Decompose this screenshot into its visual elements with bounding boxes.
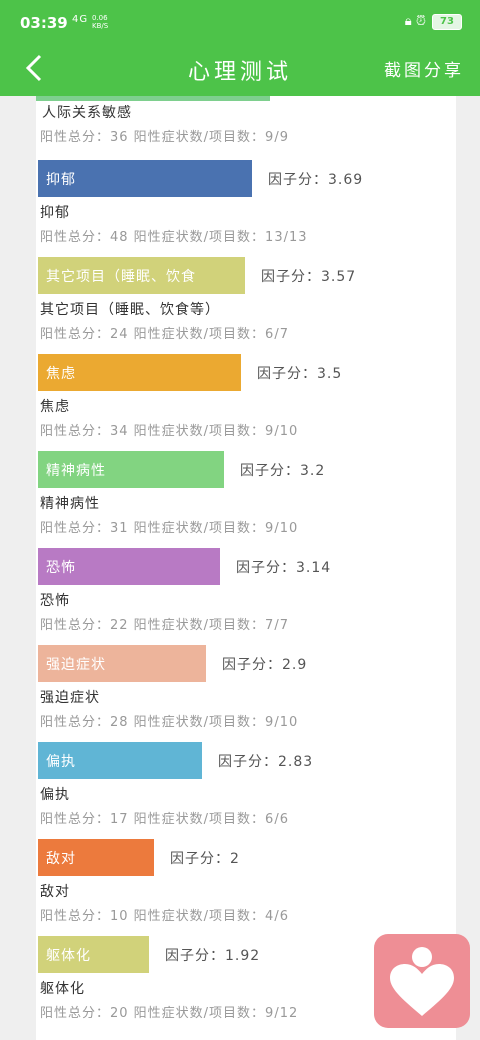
factor-stats: 阳性总分：10 阳性症状数/项目数：4/6 (40, 909, 289, 924)
factor-row: 恐怖 因子分：3.14 恐怖阳性总分：22 阳性症状数/项目数：7/7 (36, 548, 456, 644)
battery-icon: 73 (432, 14, 462, 30)
factor-bar: 强迫症状 (38, 645, 206, 682)
factor-score: 因子分：3.5 (257, 366, 343, 382)
factor-name: 抑郁 (40, 205, 70, 221)
alarm-icon: ⏰︎ (415, 14, 426, 29)
net-speed-value: 0.06 (92, 14, 108, 22)
factor-stats: 阳性总分：20 阳性症状数/项目数：9/12 (40, 1006, 299, 1021)
factor-score: 因子分：2.83 (218, 754, 314, 770)
factor-name: 偏执 (40, 787, 70, 803)
signal-icon: 4G (72, 14, 89, 25)
factor-bar: 恐怖 (38, 548, 220, 585)
factor-name: 焦虑 (40, 399, 70, 415)
bar-label: 其它项目（睡眠、饮食 (46, 269, 196, 285)
status-icons: 🔒︎ ⏰︎ (405, 14, 426, 29)
bar-label: 敌对 (46, 851, 76, 867)
factor-bar: 焦虑 (38, 354, 241, 391)
factor-stats: 阳性总分：24 阳性症状数/项目数：6/7 (40, 327, 289, 342)
bar-label: 躯体化 (46, 948, 91, 964)
lock-icon: 🔒︎ (404, 14, 412, 29)
bar-label: 强迫症状 (46, 657, 106, 673)
factor-stats: 阳性总分：36 阳性症状数/项目数：9/9 (40, 130, 289, 145)
factor-name: 敌对 (40, 884, 70, 900)
factor-bar: 敌对 (38, 839, 154, 876)
factor-row: 焦虑 因子分：3.5 焦虑阳性总分：34 阳性症状数/项目数：9/10 (36, 354, 456, 450)
result-card: 人际关系敏感 阳性总分：36 阳性症状数/项目数：9/9 抑郁 因子分：3.69 抑… (36, 96, 456, 1040)
factor-bar: 其它项目（睡眠、饮食 (38, 257, 245, 294)
factor-name: 躯体化 (40, 981, 85, 997)
factor-stats: 阳性总分：28 阳性症状数/项目数：9/10 (40, 715, 299, 730)
factor-name: 精神病性 (40, 496, 100, 512)
factor-stats: 阳性总分：22 阳性症状数/项目数：7/7 (40, 618, 289, 633)
bar-label: 抑郁 (46, 172, 76, 188)
factor-stats: 阳性总分：17 阳性症状数/项目数：6/6 (40, 812, 289, 827)
net-speed-unit: KB/S (92, 22, 109, 30)
factor-bar: 偏执 (38, 742, 202, 779)
factor-row: 敌对 因子分：2 敌对阳性总分：10 阳性症状数/项目数：4/6 (36, 839, 456, 935)
factor-bar: 抑郁 (38, 160, 252, 197)
bar-label: 恐怖 (46, 560, 76, 576)
app-header: 心理测试 截图分享 (0, 40, 480, 96)
status-time: 03:39 (20, 14, 68, 32)
factor-bar: 躯体化 (38, 936, 149, 973)
factor-name: 其它项目（睡眠、饮食等） (40, 302, 220, 318)
factor-score: 因子分：3.57 (261, 269, 357, 285)
partial-bar (36, 96, 270, 101)
factor-name: 恐怖 (40, 593, 70, 609)
bar-label: 焦虑 (46, 366, 76, 382)
status-bar: 03:39 4G 0.06 KB/S 🔒︎ ⏰︎ 73 (0, 0, 480, 40)
factor-row: 偏执 因子分：2.83 偏执阳性总分：17 阳性症状数/项目数：6/6 (36, 742, 456, 838)
factor-score: 因子分：2 (170, 851, 240, 867)
heart-person-icon (390, 947, 454, 1016)
factor-row: 抑郁 因子分：3.69 抑郁阳性总分：48 阳性症状数/项目数：13/13 (36, 160, 456, 256)
factor-row: 强迫症状 因子分：2.9 强迫症状阳性总分：28 阳性症状数/项目数：9/10 (36, 645, 456, 741)
factor-stats: 阳性总分：34 阳性症状数/项目数：9/10 (40, 424, 299, 439)
net-speed: 0.06 KB/S (92, 14, 108, 30)
factor-row: 精神病性 因子分：3.2 精神病性阳性总分：31 阳性症状数/项目数：9/10 (36, 451, 456, 547)
floating-button[interactable] (374, 934, 470, 1028)
factor-stats: 阳性总分：48 阳性症状数/项目数：13/13 (40, 230, 308, 245)
screenshot-share-button[interactable]: 截图分享 (384, 56, 464, 81)
factor-score: 因子分：3.14 (236, 560, 332, 576)
factor-row: 其它项目（睡眠、饮食 因子分：3.57 其它项目（睡眠、饮食等） 阳性总分：24 阳性… (36, 257, 456, 353)
factor-name: 人际关系敏感 (42, 105, 132, 121)
factor-score: 因子分：2.9 (222, 657, 308, 673)
factor-bar: 精神病性 (38, 451, 224, 488)
factor-score: 因子分：3.2 (240, 463, 326, 479)
bar-label: 精神病性 (46, 463, 106, 479)
factor-score: 因子分：1.92 (165, 948, 261, 964)
bar-label: 偏执 (46, 754, 76, 770)
factor-score: 因子分：3.69 (268, 172, 364, 188)
factor-stats: 阳性总分：31 阳性症状数/项目数：9/10 (40, 521, 299, 536)
factor-name: 强迫症状 (40, 690, 100, 706)
